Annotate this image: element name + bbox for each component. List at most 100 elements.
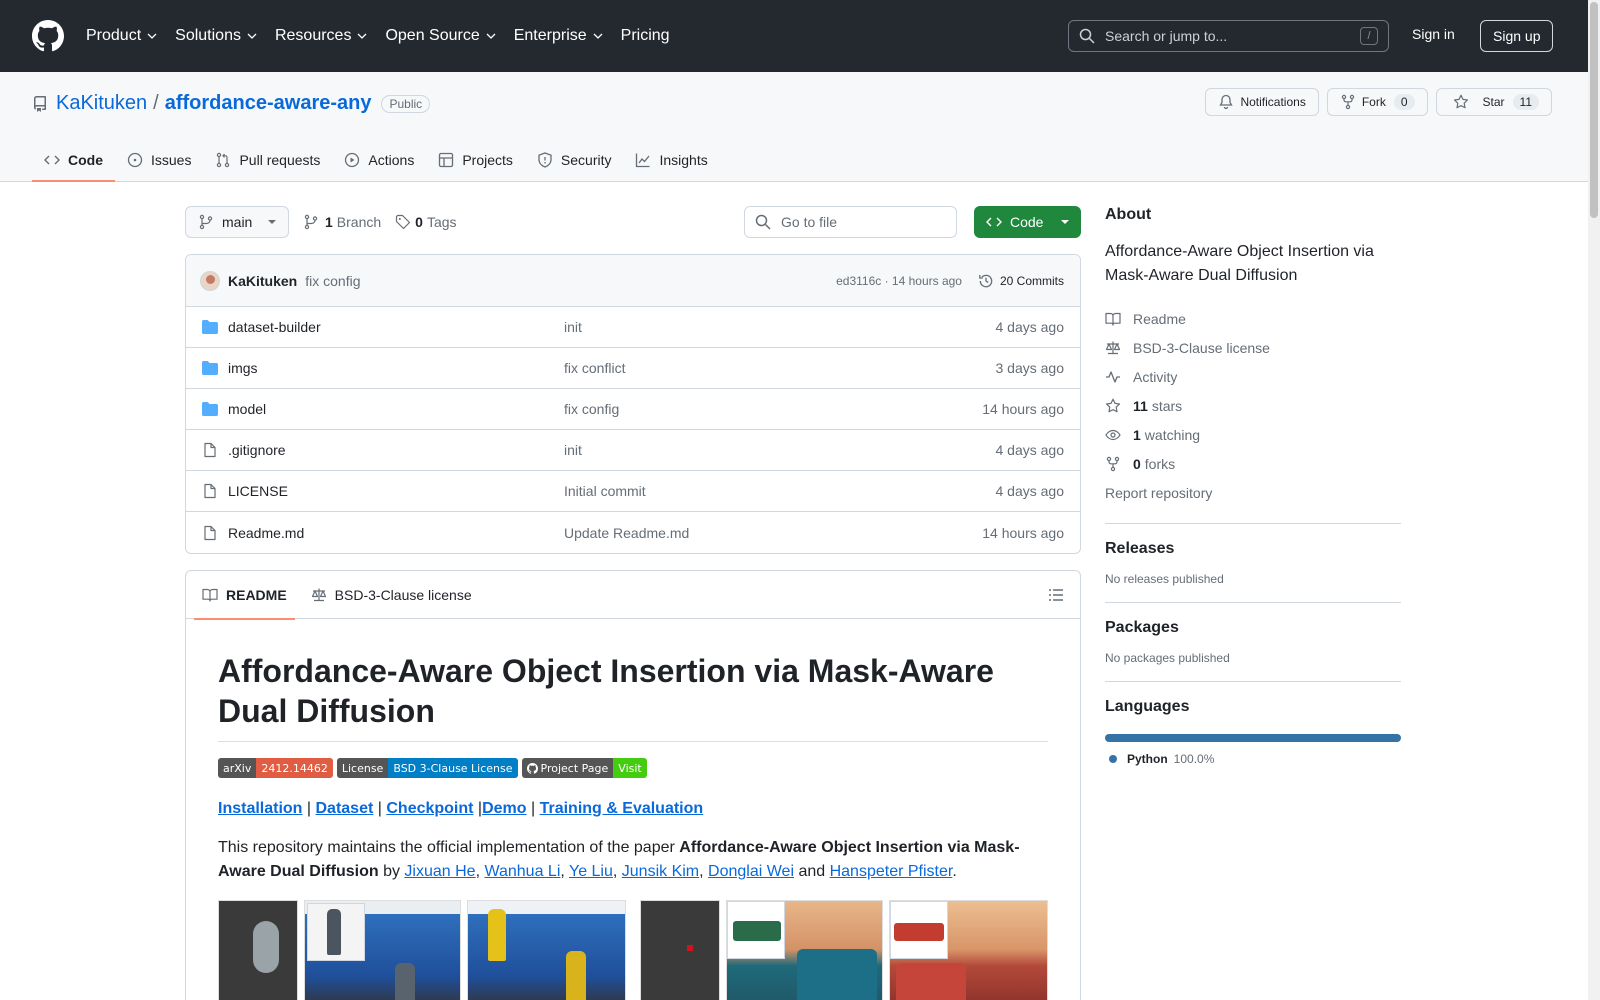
dataset-link[interactable]: Dataset [316, 800, 374, 817]
project-page-badge[interactable]: Project Page Visit [521, 758, 647, 778]
sign-up-button[interactable]: Sign up [1480, 20, 1554, 52]
checkpoint-link[interactable]: Checkpoint [386, 800, 473, 817]
file-row[interactable]: Readme.md Update Readme.md 14 hours ago [186, 512, 1080, 553]
file-name-link[interactable]: dataset-builder [228, 319, 564, 335]
list-outline-icon[interactable] [1048, 587, 1064, 603]
readme-nav-links: Installation | Dataset | Checkpoint |Dem… [218, 800, 1048, 818]
language-item[interactable]: Python 100.0% [1105, 752, 1401, 766]
packages-heading[interactable]: Packages [1105, 619, 1401, 637]
installation-link[interactable]: Installation [218, 800, 302, 817]
search-placeholder: Search or jump to... [1105, 28, 1228, 44]
readme-link[interactable]: Readme [1105, 304, 1401, 333]
file-row[interactable]: LICENSE Initial commit 4 days ago [186, 471, 1080, 512]
nav-solutions[interactable]: Solutions [175, 27, 257, 45]
teaser-image[interactable] [466, 900, 626, 1000]
file-row[interactable]: model fix config 14 hours ago [186, 389, 1080, 430]
github-logo-icon [526, 762, 538, 774]
training-evaluation-link[interactable]: Training & Evaluation [540, 800, 704, 817]
commits-history-link[interactable]: 20 Commits [978, 273, 1064, 289]
file-commit-message[interactable]: init [564, 442, 582, 458]
teaser-image[interactable] [218, 900, 298, 1000]
go-to-file-input[interactable]: Go to file [744, 206, 957, 238]
page-scrollbar[interactable] [1588, 0, 1600, 1000]
nav-pricing[interactable]: Pricing [621, 27, 670, 45]
tab-code[interactable]: Code [32, 138, 115, 182]
branches-link[interactable]: 1 Branch [303, 214, 381, 230]
file-name-link[interactable]: LICENSE [228, 483, 564, 499]
teaser-image[interactable] [640, 900, 720, 1000]
scrollbar-thumb[interactable] [1590, 2, 1598, 218]
nav-product[interactable]: Product [86, 27, 157, 45]
author-link[interactable]: Donglai Wei [708, 863, 794, 880]
tab-label: Code [68, 152, 103, 168]
branch-selector[interactable]: main [185, 206, 289, 238]
forks-link[interactable]: 0 forks [1105, 449, 1401, 478]
license-badge[interactable]: License BSD 3-Clause License [336, 758, 518, 778]
tab-license[interactable]: BSD-3-Clause license [311, 571, 472, 619]
avatar[interactable] [200, 270, 220, 291]
watching-link[interactable]: 1 watching [1105, 420, 1401, 449]
sign-in-link[interactable]: Sign in [1412, 26, 1455, 42]
teaser-image[interactable] [303, 900, 461, 1000]
file-commit-message[interactable]: fix conflict [564, 360, 625, 376]
repo-header: KaKituken / affordance-aware-any Public … [0, 72, 1588, 182]
nav-enterprise[interactable]: Enterprise [514, 27, 603, 45]
code-dropdown-button[interactable]: Code [974, 206, 1081, 238]
tab-projects[interactable]: Projects [426, 138, 525, 182]
author-link[interactable]: Wanhua Li [484, 863, 560, 880]
file-name-link[interactable]: .gitignore [228, 442, 564, 458]
tab-label: Security [560, 152, 612, 168]
commit-message-link[interactable]: fix config [305, 273, 360, 289]
file-commit-message[interactable]: fix config [564, 401, 619, 417]
file-commit-message[interactable]: Initial commit [564, 483, 646, 499]
badge-left: arXiv [218, 758, 257, 778]
report-repository-link[interactable]: Report repository [1105, 478, 1401, 507]
file-name-link[interactable]: model [228, 401, 564, 417]
tab-readme[interactable]: README [194, 571, 295, 620]
watching-count: 1 [1133, 426, 1141, 443]
nav-resources[interactable]: Resources [275, 27, 367, 45]
commit-author-link[interactable]: KaKituken [228, 273, 297, 289]
tab-actions[interactable]: Actions [332, 138, 426, 182]
star-button[interactable]: Star 11 [1435, 88, 1552, 116]
teaser-image[interactable] [725, 900, 883, 1000]
file-commit-message[interactable]: init [564, 319, 582, 335]
author-link[interactable]: Hanspeter Pfister [830, 863, 953, 880]
teaser-image[interactable] [888, 900, 1048, 1000]
repo-name-link[interactable]: affordance-aware-any [165, 92, 372, 115]
file-date: 14 hours ago [982, 401, 1064, 417]
tab-label: Projects [462, 152, 513, 168]
repo-owner-link[interactable]: KaKituken [56, 92, 147, 115]
star-icon [1453, 94, 1468, 109]
repo-actions: Notifications Fork 0 Star 11 [1205, 88, 1552, 116]
tab-pull-requests[interactable]: Pull requests [203, 138, 332, 182]
nav-label: Resources [274, 27, 352, 44]
tags-link[interactable]: 0 Tags [395, 214, 457, 230]
fork-button[interactable]: Fork 0 [1326, 88, 1428, 116]
file-row[interactable]: dataset-builder init 4 days ago [186, 307, 1080, 348]
file-name-link[interactable]: imgs [228, 360, 564, 376]
tab-issues[interactable]: Issues [115, 138, 203, 182]
history-icon [979, 274, 993, 287]
releases-heading[interactable]: Releases [1105, 540, 1401, 558]
tab-security[interactable]: Security [525, 138, 624, 182]
chevron-down-icon [593, 33, 603, 39]
github-logo-icon[interactable] [32, 20, 64, 52]
license-link[interactable]: BSD-3-Clause license [1105, 333, 1401, 362]
file-row[interactable]: .gitignore init 4 days ago [186, 430, 1080, 471]
stars-link[interactable]: 11 stars [1105, 391, 1401, 420]
demo-link[interactable]: Demo [482, 800, 526, 817]
arxiv-badge[interactable]: arXiv 2412.14462 [218, 758, 333, 778]
commit-meta[interactable]: ed3116c · 14 hours ago [836, 274, 962, 288]
activity-link[interactable]: Activity [1105, 362, 1401, 391]
author-link[interactable]: Jixuan He [404, 863, 475, 880]
author-link[interactable]: Junsik Kim [622, 863, 699, 880]
notifications-button[interactable]: Notifications [1205, 88, 1319, 116]
file-row[interactable]: imgs fix conflict 3 days ago [186, 348, 1080, 389]
global-search-input[interactable]: Search or jump to... / [1068, 20, 1389, 52]
tab-insights[interactable]: Insights [623, 138, 719, 182]
file-name-link[interactable]: Readme.md [228, 525, 564, 541]
author-link[interactable]: Ye Liu [569, 863, 613, 880]
nav-open-source[interactable]: Open Source [385, 27, 496, 45]
file-commit-message[interactable]: Update Readme.md [564, 525, 689, 541]
